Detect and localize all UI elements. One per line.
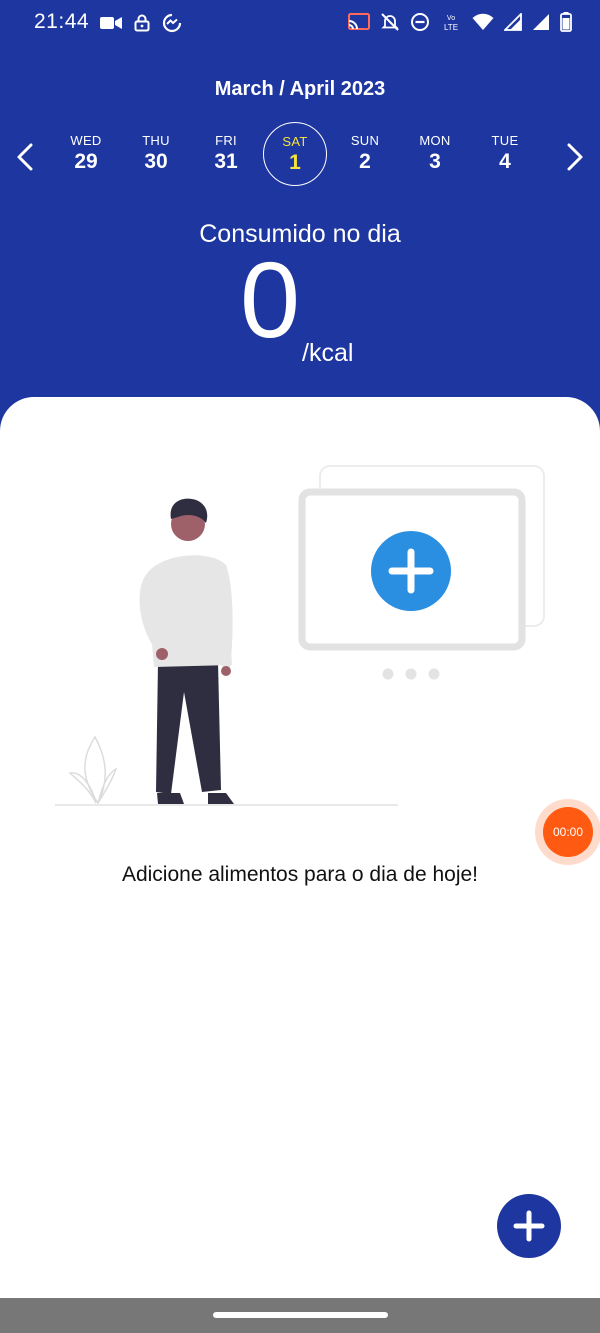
day-of-week: MON xyxy=(419,133,451,148)
empty-state-message: Adicione alimentos para o dia de hoje! xyxy=(121,863,479,886)
do-not-disturb-icon xyxy=(410,12,430,32)
home-indicator[interactable] xyxy=(213,1312,388,1318)
status-left-icons xyxy=(100,10,182,36)
next-week-button[interactable] xyxy=(560,140,590,174)
bell-off-icon xyxy=(380,12,400,32)
day-thu-30[interactable]: THU 30 xyxy=(124,122,188,186)
day-number: 29 xyxy=(74,150,98,173)
svg-text:Vo: Vo xyxy=(447,15,455,22)
day-wed-29[interactable]: WED 29 xyxy=(54,122,118,186)
plus-icon xyxy=(513,1210,545,1242)
day-of-week: THU xyxy=(142,133,170,148)
battery-icon xyxy=(560,12,572,32)
volte-label: LTE xyxy=(444,23,458,32)
week-day-selector: WED 29 THU 30 FRI 31 SAT 1 SUN 2 MON 3 T… xyxy=(51,122,541,188)
day-mon-3[interactable]: MON 3 xyxy=(403,122,467,186)
day-of-week: WED xyxy=(70,133,102,148)
consumed-label: Consumido no dia xyxy=(199,220,401,248)
kcal-unit: /kcal xyxy=(302,339,354,367)
previous-week-button[interactable] xyxy=(10,140,40,174)
chevron-right-icon xyxy=(567,143,583,171)
wifi-icon xyxy=(472,13,494,31)
kcal-value: 0 xyxy=(239,239,301,360)
status-time: 21:44 xyxy=(34,10,90,33)
day-number: 4 xyxy=(499,150,511,173)
volte-icon: LTE Vo xyxy=(440,11,462,33)
day-number: 1 xyxy=(289,151,301,174)
day-tue-4[interactable]: TUE 4 xyxy=(473,122,537,186)
chevron-left-icon xyxy=(17,143,33,171)
day-number: 2 xyxy=(359,150,371,173)
day-fri-31[interactable]: FRI 31 xyxy=(194,122,258,186)
day-number: 30 xyxy=(144,150,168,173)
content-card: Adicione alimentos para o dia de hoje! 0… xyxy=(0,397,600,1298)
add-food-button[interactable] xyxy=(497,1194,561,1258)
video-camera-icon xyxy=(100,15,122,31)
timer-value: 00:00 xyxy=(543,807,593,857)
day-of-week: SAT xyxy=(282,134,308,149)
cast-icon xyxy=(348,13,370,31)
day-of-week: SUN xyxy=(350,133,380,148)
day-sat-1-selected[interactable]: SAT 1 xyxy=(263,122,327,186)
empty-state-illustration xyxy=(55,465,545,806)
messenger-icon xyxy=(162,13,182,33)
day-of-week: FRI xyxy=(215,133,237,148)
status-bar: 21:44 LTE Vo xyxy=(0,0,600,46)
timer-button[interactable]: 00:00 xyxy=(535,799,600,865)
signal-icon xyxy=(504,13,522,31)
month-title: March / April 2023 xyxy=(214,78,386,100)
lock-icon xyxy=(134,14,150,32)
day-of-week: TUE xyxy=(491,133,519,148)
app-screen: 21:44 LTE Vo March / April 2023 WED 29 T… xyxy=(0,0,600,1333)
signal-icon xyxy=(532,13,550,31)
day-sun-2[interactable]: SUN 2 xyxy=(333,122,397,186)
day-number: 3 xyxy=(429,150,441,173)
system-navigation-bar xyxy=(0,1298,600,1333)
status-right-icons: LTE Vo xyxy=(348,8,572,36)
day-number: 31 xyxy=(214,150,238,173)
